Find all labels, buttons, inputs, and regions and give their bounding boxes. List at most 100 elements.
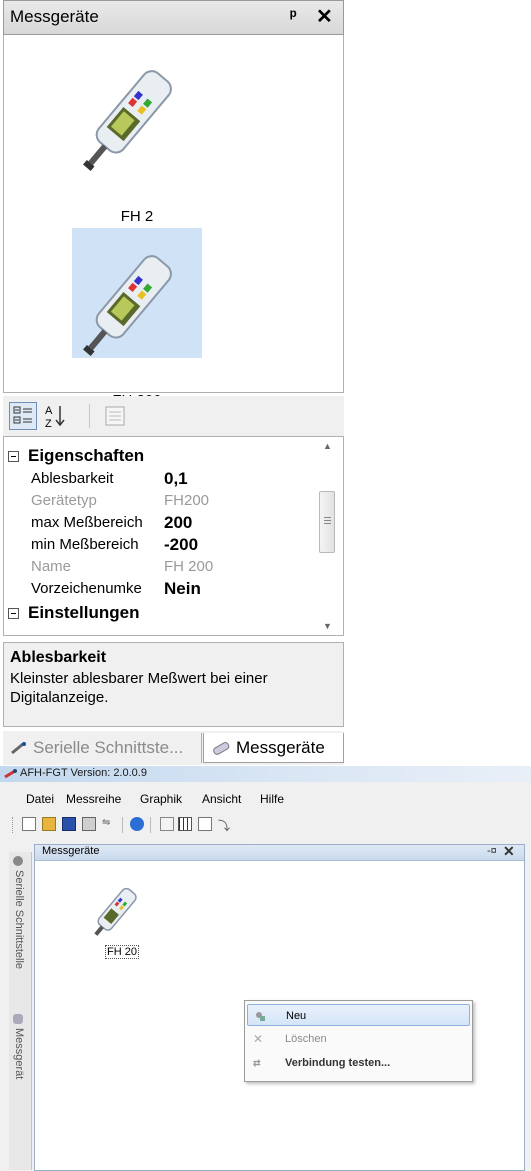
property-row[interactable]: Gerätetyp FH200 bbox=[4, 490, 314, 512]
menu-item-label: Löschen bbox=[285, 1033, 327, 1045]
tab-serielle-schnittstelle[interactable]: Serielle Schnittste... bbox=[5, 733, 202, 763]
window-title: AFH-FGT Version: 2.0.0.9 bbox=[20, 767, 147, 779]
page-icon[interactable] bbox=[198, 817, 212, 831]
property-help-box: Ablesbarkeit Kleinster ablesbarer Meßwer… bbox=[3, 642, 344, 727]
svg-text:A: A bbox=[45, 405, 53, 417]
menu-item-label: Neu bbox=[286, 1010, 307, 1022]
device-tile-fh200[interactable] bbox=[72, 228, 202, 358]
side-tab-messgeraet[interactable]: Messgerät bbox=[9, 1010, 29, 1100]
auto-hide-tab-strip: Serielle Schnittstelle Messgerät bbox=[9, 852, 32, 1170]
property-row[interactable]: max Meßbereich 200 bbox=[4, 512, 314, 534]
serial-port-icon bbox=[13, 856, 23, 866]
category-label: Einstellungen bbox=[28, 603, 140, 622]
side-tab-serielle-schnittstelle[interactable]: Serielle Schnittstelle bbox=[9, 852, 29, 1002]
toolbar-separator bbox=[122, 817, 123, 833]
scroll-down-icon[interactable]: ▼ bbox=[323, 621, 332, 631]
grid-icon[interactable] bbox=[178, 817, 192, 831]
scroll-up-icon[interactable]: ▲ bbox=[323, 441, 332, 451]
force-gauge-icon bbox=[83, 255, 172, 356]
categorized-icon bbox=[13, 406, 32, 424]
tab-messgeraete[interactable]: Messgeräte bbox=[203, 733, 344, 763]
property-pages-button[interactable] bbox=[101, 402, 129, 430]
property-row[interactable]: Vorzeichenumke Nein bbox=[4, 578, 314, 600]
panel-tab-strip: Serielle Schnittste... Messgeräte bbox=[3, 731, 344, 765]
doc-panel-header: Messgeräte -¤ ✕ bbox=[35, 843, 524, 861]
copy-icon[interactable] bbox=[160, 817, 174, 831]
panel-header: Messgeräte ᵖ ✕ bbox=[3, 0, 344, 35]
menu-item-loeschen[interactable]: ✕ Löschen bbox=[247, 1028, 470, 1050]
connection-icon[interactable]: ⇋ bbox=[102, 817, 116, 831]
device-list: FH 2 FH 200 bbox=[3, 35, 344, 409]
property-toolbar: A Z bbox=[3, 396, 344, 436]
alphabetical-sort-button[interactable]: A Z bbox=[43, 402, 71, 430]
tab-label: Messgerät bbox=[13, 1028, 25, 1080]
gauge-icon bbox=[213, 742, 230, 755]
vertical-scrollbar[interactable]: ▲ ▼ bbox=[317, 441, 339, 631]
menu-graphik[interactable]: Graphik bbox=[140, 792, 182, 806]
tab-label: Messgeräte bbox=[236, 738, 325, 757]
property-value: FH200 bbox=[164, 492, 210, 509]
messgeraete-document-panel: Messgeräte -¤ ✕ FH 20 Neu ✕ Löschen ⇄ Ve… bbox=[34, 843, 525, 1171]
device-tile-fh2[interactable] bbox=[72, 43, 202, 173]
device-label[interactable]: FH 20 bbox=[105, 945, 139, 959]
property-value: 0,1 bbox=[164, 469, 188, 488]
close-icon[interactable]: ✕ bbox=[503, 843, 515, 860]
serial-port-icon bbox=[11, 742, 26, 755]
property-name: Gerätetyp bbox=[31, 492, 97, 509]
property-pages-icon bbox=[105, 406, 125, 426]
panel-title: Messgeräte bbox=[10, 7, 99, 26]
property-name: Name bbox=[31, 558, 72, 575]
svg-text:Z: Z bbox=[45, 418, 52, 430]
toolbar-separator bbox=[150, 817, 151, 833]
property-name: max Meßbereich bbox=[31, 514, 143, 531]
property-value: Nein bbox=[164, 579, 201, 598]
menu-hilfe[interactable]: Hilfe bbox=[260, 792, 284, 806]
print-icon[interactable] bbox=[82, 817, 96, 831]
application-window: AFH-FGT Version: 2.0.0.9 Datei Messreihe… bbox=[0, 766, 531, 1171]
device-tile-fh20[interactable] bbox=[85, 875, 153, 939]
menu-datei[interactable]: Datei bbox=[26, 792, 54, 806]
messgeraete-tool-panel: Messgeräte ᵖ ✕ FH 2 A Z Eigenschaften Ab… bbox=[3, 0, 344, 765]
property-value: FH 200 bbox=[164, 558, 214, 575]
property-row[interactable]: min Meßbereich -200 bbox=[4, 534, 314, 556]
open-folder-icon[interactable] bbox=[42, 817, 56, 831]
toolbar-grip bbox=[12, 817, 15, 833]
help-icon[interactable] bbox=[130, 817, 144, 831]
scrollbar-thumb[interactable] bbox=[319, 491, 335, 553]
menu-messreihe[interactable]: Messreihe bbox=[66, 792, 121, 806]
help-text: Kleinster ablesbarer Meßwert bei einer D… bbox=[10, 670, 268, 706]
pin-icon[interactable]: -¤ bbox=[487, 845, 497, 857]
menu-item-label: Verbindung testen... bbox=[285, 1057, 391, 1069]
collapse-icon[interactable] bbox=[8, 451, 19, 462]
collapse-icon[interactable] bbox=[8, 608, 19, 619]
save-icon[interactable] bbox=[62, 817, 76, 831]
toolbar-separator bbox=[89, 404, 90, 428]
new-file-icon[interactable] bbox=[22, 817, 36, 831]
menu-item-neu[interactable]: Neu bbox=[247, 1004, 470, 1026]
property-name: min Meßbereich bbox=[31, 536, 139, 553]
property-row[interactable]: Ablesbarkeit 0,1 bbox=[4, 468, 314, 490]
property-value: -200 bbox=[164, 535, 199, 554]
window-titlebar[interactable]: AFH-FGT Version: 2.0.0.9 bbox=[0, 766, 531, 782]
pin-icon[interactable]: ᵖ bbox=[290, 6, 297, 26]
device-label: FH 2 bbox=[120, 208, 154, 225]
property-name: Vorzeichenumke bbox=[31, 580, 142, 597]
category-einstellungen[interactable]: Einstellungen bbox=[4, 602, 304, 624]
close-icon[interactable]: ✕ bbox=[316, 4, 333, 29]
menu-bar: Datei Messreihe Graphik Ansicht Hilfe bbox=[0, 788, 531, 810]
app-logo-icon bbox=[4, 769, 17, 779]
delete-icon: ✕ bbox=[253, 1032, 264, 1046]
az-sort-icon: A Z bbox=[45, 405, 65, 430]
menu-item-verbindung-testen[interactable]: ⇄ Verbindung testen... bbox=[247, 1052, 470, 1074]
force-gauge-icon bbox=[94, 887, 137, 936]
menu-ansicht[interactable]: Ansicht bbox=[202, 792, 241, 806]
gauge-icon bbox=[13, 1014, 23, 1024]
category-eigenschaften[interactable]: Eigenschaften bbox=[4, 445, 304, 467]
help-title: Ablesbarkeit bbox=[10, 649, 107, 666]
new-device-icon bbox=[256, 1012, 265, 1021]
property-row[interactable]: Name FH 200 bbox=[4, 556, 314, 578]
doc-panel-title: Messgeräte bbox=[42, 845, 100, 857]
categorized-button[interactable] bbox=[9, 402, 37, 430]
tab-label: Serielle Schnittste... bbox=[33, 738, 184, 757]
pointer-icon[interactable]: ⤵ bbox=[218, 817, 232, 833]
